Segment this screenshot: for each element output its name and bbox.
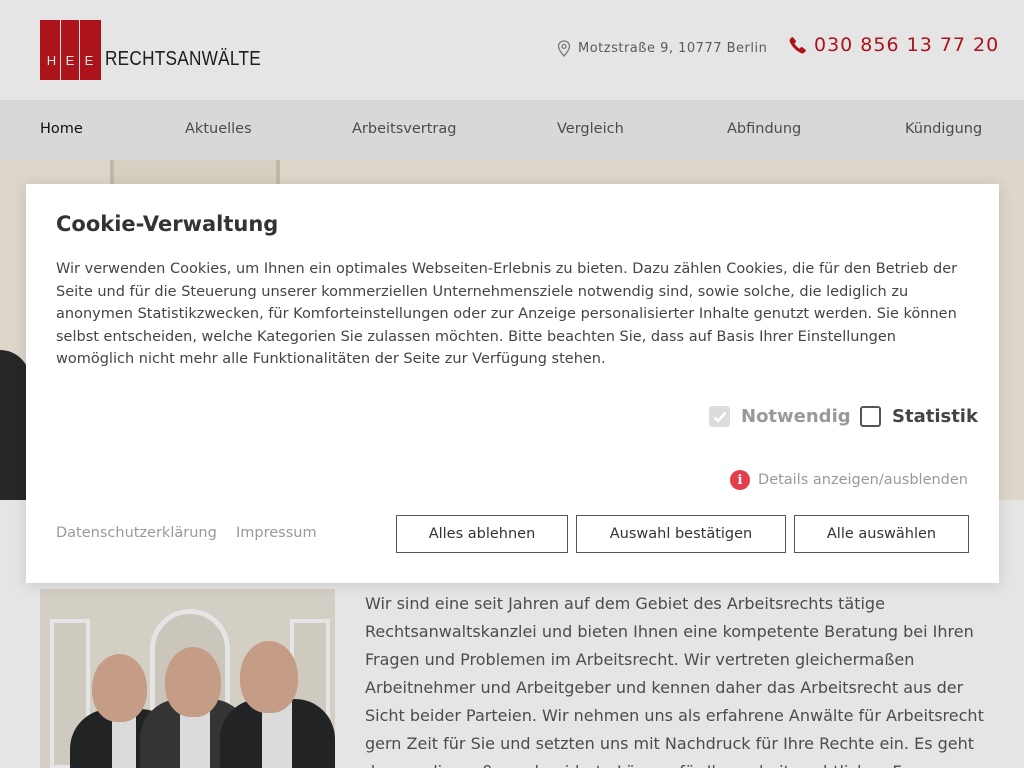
- cookie-option-required[interactable]: Notwendig: [709, 406, 851, 427]
- cookie-option-statistics[interactable]: Statistik: [860, 406, 978, 427]
- privacy-link[interactable]: Datenschutzerklärung: [56, 525, 217, 541]
- cookie-dialog: Cookie-Verwaltung Wir verwenden Cookies,…: [26, 184, 999, 583]
- reject-all-button[interactable]: Alles ablehnen: [396, 515, 568, 553]
- statistics-label: Statistik: [892, 406, 978, 427]
- details-toggle[interactable]: i Details anzeigen/ausblenden: [730, 470, 968, 490]
- required-checkbox[interactable]: [709, 406, 730, 427]
- confirm-selection-button[interactable]: Auswahl bestätigen: [576, 515, 786, 553]
- info-icon: i: [730, 470, 750, 490]
- accept-all-button[interactable]: Alle auswählen: [794, 515, 969, 553]
- checkmark-icon: [713, 411, 726, 423]
- details-toggle-label: Details anzeigen/ausblenden: [758, 472, 969, 488]
- cookie-dialog-title: Cookie-Verwaltung: [56, 212, 279, 236]
- cookie-dialog-description: Wir verwenden Cookies, um Ihnen ein opti…: [56, 261, 958, 367]
- imprint-link[interactable]: Impressum: [236, 525, 317, 541]
- required-label: Notwendig: [741, 406, 851, 427]
- statistics-checkbox[interactable]: [860, 406, 881, 427]
